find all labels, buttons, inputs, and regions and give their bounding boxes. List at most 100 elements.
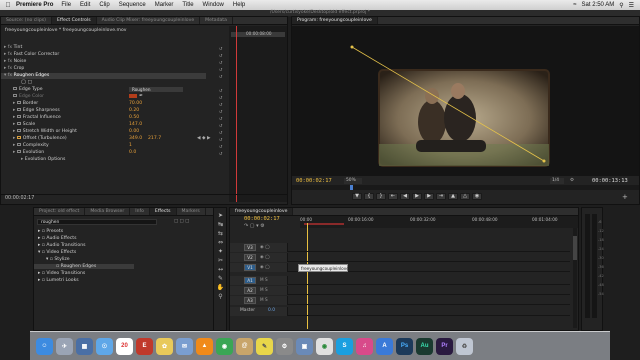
chevron-right-icon[interactable]: ▸ [4, 59, 6, 64]
tab-audio-clip-mixer[interactable]: Audio Clip Mixer: freeyoungcoupleinlove [97, 17, 201, 24]
menu-file[interactable]: File [61, 2, 71, 8]
edge-color-swatch[interactable] [129, 94, 137, 98]
launchpad-icon[interactable]: ✈ [56, 337, 73, 355]
fractal-influence-value[interactable]: 0.50 [129, 115, 139, 121]
mask-tools[interactable]: ◯ □ [21, 80, 32, 86]
program-scrubber[interactable] [292, 185, 639, 190]
add-button[interactable]: + [622, 193, 628, 201]
trash-icon[interactable]: ♻ [456, 337, 473, 355]
scroll-thumb[interactable] [573, 236, 577, 260]
marker-button[interactable]: ▼ [352, 193, 362, 200]
tools-list[interactable]: ➤ ↹ ⇆ ⇔ ✦ ✂ ↔ ✎ ✋ ⚲ [216, 211, 225, 301]
preview-icon[interactable]: ▣ [296, 337, 313, 355]
skype-icon[interactable]: S [336, 337, 353, 355]
calendar-icon[interactable]: 20 [116, 337, 133, 355]
tab-markers[interactable]: Markers [177, 208, 206, 215]
safari-icon[interactable]: ☉ [96, 337, 113, 355]
go-to-out-button[interactable]: ⇥ [436, 193, 446, 200]
go-to-in-button[interactable]: ⇤ [388, 193, 398, 200]
menu-help[interactable]: Help [233, 2, 245, 8]
settings-icon[interactable]: ⚙ [570, 178, 574, 183]
step-back-button[interactable]: ◀ [400, 193, 410, 200]
step-forward-button[interactable]: ▶ [424, 193, 434, 200]
effect-noise[interactable]: ▸ fx Noise [4, 59, 26, 65]
ec-current-time[interactable]: 00:00:02:17 [5, 196, 34, 201]
tab-metadata[interactable]: Metadata [200, 17, 233, 24]
program-current-time[interactable]: 00:00:02:17 [296, 178, 332, 184]
menu-title[interactable]: Title [182, 2, 193, 8]
work-area-bar[interactable] [304, 223, 344, 225]
ec-playhead[interactable] [236, 26, 237, 202]
clock[interactable]: Sat 2:50 AM [582, 2, 615, 8]
settings-icon[interactable]: ⚙ [276, 337, 293, 355]
zoom-select[interactable]: 50% [344, 178, 362, 184]
list-icon[interactable]: ☰ [629, 2, 634, 9]
timeline-scrollbar[interactable] [573, 228, 577, 328]
tab-program[interactable]: Program: freeyoungcoupleinlove [292, 17, 378, 24]
vlc-icon[interactable]: ▲ [196, 337, 213, 355]
lift-button[interactable]: ▲ [448, 193, 458, 200]
prop-evolution-options[interactable]: ▸ Evolution Options [21, 157, 65, 163]
program-playhead[interactable] [350, 185, 353, 190]
premiere-icon[interactable]: Pr [436, 337, 453, 355]
music-icon[interactable]: ♫ [356, 337, 373, 355]
resolution-select[interactable]: 1/4 [550, 178, 564, 184]
effects-search-input[interactable]: roughen [37, 219, 157, 225]
wifi-icon[interactable]: ≈ [573, 2, 576, 8]
chevron-right-icon[interactable]: ▸ [4, 66, 6, 71]
contacts-icon[interactable]: @ [236, 337, 253, 355]
ellipse-mask-icon[interactable]: ◯ [21, 80, 26, 85]
finder-icon[interactable]: ☺ [36, 337, 53, 355]
video-clip[interactable]: freeyoungcoupleinlove [298, 264, 349, 272]
chevron-right-icon[interactable]: ▸ [4, 52, 6, 57]
tab-effects[interactable]: Effects [149, 208, 177, 215]
timeline-ruler[interactable]: 00:00 00:00:16:00 00:00:32:00 00:00:48:0… [300, 216, 578, 228]
mark-in-button[interactable]: { [364, 193, 374, 200]
app-menu[interactable]: Premiere Pro [16, 2, 53, 8]
audition-icon[interactable]: Au [416, 337, 433, 355]
effect-crop[interactable]: ▸ fx Crop [4, 66, 24, 72]
chevron-right-icon[interactable]: ▸ [4, 45, 6, 50]
edge-type-select[interactable]: Roughen [129, 87, 183, 92]
effect-fast-color-corrector[interactable]: ▸ fx Fast Color Corrector [4, 52, 59, 58]
reset-icons-props[interactable]: ↺ ↺ ↺ ↺ ↺ ↺ ↺ ↺ ↺ ↺ [219, 87, 222, 157]
express-icon[interactable]: E [136, 337, 153, 355]
export-frame-button[interactable]: ◉ [472, 193, 482, 200]
photos-icon[interactable]: ✿ [156, 337, 173, 355]
new-bin-icon[interactable]: □ □ □ [174, 219, 189, 224]
tree-presets[interactable]: ▸ ▫ Presets [38, 229, 63, 234]
tree-audio-effects[interactable]: ▸ ▫ Audio Effects [38, 236, 77, 241]
reset-icons-column[interactable]: ↺ ↺ ↺ ↺ ↺ [219, 45, 222, 80]
edge-sharpness-value[interactable]: 0.20 [129, 108, 139, 114]
tree-audio-transitions[interactable]: ▸ ▫ Audio Transitions [38, 243, 86, 248]
effect-roughen-edges[interactable]: ▾ fx Roughen Edges [1, 73, 206, 79]
play-button[interactable]: ▶ [412, 193, 422, 200]
timeline-current-time[interactable]: 00:00:02:17 [244, 216, 280, 222]
video-canvas[interactable] [292, 26, 639, 176]
tab-project[interactable]: Project: old effect [34, 208, 86, 215]
border-value[interactable]: 70.00 [129, 101, 142, 107]
menu-sequence[interactable]: Sequence [119, 2, 146, 8]
tree-video-transitions[interactable]: ▸ ▫ Video Transitions [38, 271, 85, 276]
tree-stylize[interactable]: ▾ ▫ Stylize [46, 257, 70, 262]
tree-roughen-edges[interactable]: ▫ Roughen Edges [34, 264, 134, 269]
evolution-value[interactable]: 0.0 [129, 150, 136, 156]
stickies-icon[interactable]: ✎ [256, 337, 273, 355]
rect-mask-icon[interactable]: □ [28, 80, 32, 85]
mail-icon[interactable]: ✉ [176, 337, 193, 355]
tab-effect-controls[interactable]: Effect Controls [51, 17, 97, 24]
eyedropper-icon[interactable]: ✒ [139, 93, 143, 99]
search-icon[interactable]: ⚲ [619, 2, 623, 9]
facetime-icon[interactable]: ◉ [216, 337, 233, 355]
keyframe-nav-icon[interactable]: ◀ ◆ ▶ [197, 136, 211, 142]
menu-edit[interactable]: Edit [80, 2, 90, 8]
menu-marker[interactable]: Marker [155, 2, 174, 8]
mission-control-icon[interactable]: ▦ [76, 337, 93, 355]
app-store-icon[interactable]: A [376, 337, 393, 355]
apple-icon[interactable]:  [0, 2, 16, 9]
extract-button[interactable]: △ [460, 193, 470, 200]
tree-video-effects[interactable]: ▾ ▫ Video Effects [38, 250, 76, 255]
chevron-down-icon[interactable]: ▾ [4, 73, 6, 78]
timeline-tools[interactable]: ↷ ▢ ▾ ⚙ [244, 223, 265, 229]
tree-lumetri-looks[interactable]: ▸ ▫ Lumetri Looks [38, 278, 79, 283]
